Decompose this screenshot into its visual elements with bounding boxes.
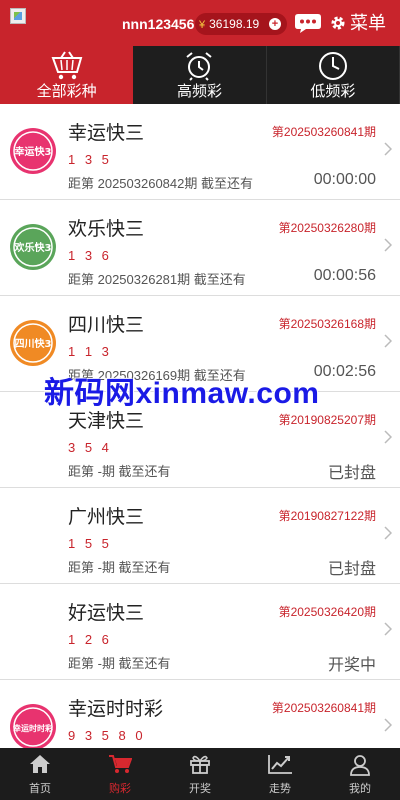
countdown-timer: 00:02:56 bbox=[313, 363, 376, 380]
top-bar: nnn123456 ¥36198.19 + 菜单 bbox=[0, 0, 400, 46]
logo-text: 幸运快3 bbox=[15, 145, 52, 158]
logo-text: 幸运时时彩 bbox=[13, 723, 53, 733]
chevron-right-icon bbox=[384, 430, 392, 444]
tab-label: 全部彩种 bbox=[36, 83, 97, 100]
gift-icon bbox=[190, 755, 210, 774]
next-draw-text: 距第 202503260842期 截至还有 bbox=[68, 176, 253, 191]
tab-high-frequency[interactable]: 高频彩 bbox=[133, 46, 267, 104]
nav-label: 走势 bbox=[269, 783, 291, 795]
list-item-xingyun-k3[interactable]: 幸运快3 幸运快三 1 3 5 距第 202503260842期 截至还有 第2… bbox=[0, 104, 400, 200]
game-name: 四川快三 bbox=[68, 315, 145, 336]
game-name: 好运快三 bbox=[68, 603, 145, 624]
nav-label: 购彩 bbox=[109, 783, 131, 795]
issue-number: 第20250326168期 bbox=[278, 317, 376, 331]
nav-results[interactable]: 开奖 bbox=[160, 748, 240, 800]
trend-chart-icon bbox=[268, 755, 292, 774]
lottery-list: 幸运快3 幸运快三 1 3 5 距第 202503260842期 截至还有 第2… bbox=[0, 104, 400, 748]
nav-label: 首页 bbox=[29, 783, 51, 795]
nav-label: 我的 bbox=[349, 783, 371, 795]
game-name: 欢乐快三 bbox=[68, 219, 145, 240]
chevron-right-icon bbox=[384, 622, 392, 636]
next-draw-text: 距第 -期 截至还有 bbox=[68, 464, 171, 479]
issue-number: 第20250326280期 bbox=[278, 221, 376, 235]
tab-low-frequency[interactable]: 低频彩 bbox=[267, 46, 400, 104]
winning-numbers: 1 3 5 bbox=[68, 152, 112, 167]
menu-button[interactable]: 菜单 bbox=[330, 12, 386, 34]
watermark-text: 新码网xinmaw.com bbox=[44, 377, 320, 410]
chevron-right-icon bbox=[384, 238, 392, 252]
clock-icon bbox=[318, 52, 347, 80]
issue-number: 第20190827122期 bbox=[278, 509, 376, 523]
countdown-timer: 00:00:00 bbox=[313, 171, 376, 188]
gear-icon bbox=[331, 16, 345, 30]
cart-icon bbox=[109, 755, 132, 773]
chevron-right-icon bbox=[384, 526, 392, 540]
nav-home[interactable]: 首页 bbox=[0, 748, 80, 800]
winning-numbers: 1 1 3 bbox=[68, 344, 112, 359]
draw-status: 开奖中 bbox=[327, 657, 376, 674]
lottery-logo-icon: 幸运时时彩 bbox=[10, 704, 56, 748]
nav-label: 开奖 bbox=[189, 783, 211, 795]
game-name: 广州快三 bbox=[68, 507, 145, 528]
winning-numbers: 9 3 5 8 0 bbox=[68, 728, 146, 743]
next-draw-text: 距第 -期 截至还有 bbox=[68, 656, 171, 671]
home-icon bbox=[30, 755, 50, 773]
list-item-huanle-k3[interactable]: 欢乐快3 欢乐快三 1 3 6 距第 20250326281期 截至还有 第20… bbox=[0, 200, 400, 296]
draw-status: 已封盘 bbox=[327, 561, 376, 578]
nav-buy[interactable]: 购彩 bbox=[80, 748, 160, 800]
tab-all-games[interactable]: 全部彩种 bbox=[0, 46, 134, 104]
user-icon bbox=[350, 755, 370, 776]
winning-numbers: 1 3 6 bbox=[68, 248, 112, 263]
chevron-right-icon bbox=[384, 142, 392, 156]
nav-profile[interactable]: 我的 bbox=[320, 748, 400, 800]
broken-image-icon bbox=[10, 8, 26, 24]
game-name: 幸运时时彩 bbox=[68, 699, 164, 720]
issue-number: 第202503260841期 bbox=[271, 701, 376, 715]
chevron-right-icon bbox=[384, 334, 392, 348]
issue-number: 第20250326420期 bbox=[278, 605, 376, 619]
balance-badge[interactable]: ¥36198.19 + bbox=[195, 13, 287, 35]
lottery-logo-icon: 欢乐快3 bbox=[10, 224, 56, 270]
winning-numbers: 3 5 4 bbox=[68, 440, 112, 455]
tab-label: 高频彩 bbox=[176, 83, 222, 100]
lottery-logo-icon: 幸运快3 bbox=[10, 128, 56, 174]
balance-amount: 36198.19 bbox=[209, 17, 260, 31]
next-draw-text: 距第 20250326281期 截至还有 bbox=[68, 272, 246, 287]
game-name: 幸运快三 bbox=[68, 123, 145, 144]
username: nnn123456 bbox=[122, 16, 195, 32]
winning-numbers: 1 2 6 bbox=[68, 632, 112, 647]
next-draw-text: 距第 -期 截至还有 bbox=[68, 560, 171, 575]
chevron-right-icon bbox=[384, 718, 392, 732]
countdown-timer: 00:00:56 bbox=[313, 267, 376, 284]
tab-label: 低频彩 bbox=[310, 83, 356, 100]
menu-label: 菜单 bbox=[350, 13, 386, 33]
list-item-haoyun-k3[interactable]: 好运快三 1 2 6 距第 -期 截至还有 第20250326420期 开奖中 bbox=[0, 584, 400, 680]
lottery-logo-icon: 四川快3 bbox=[10, 320, 56, 366]
add-funds-icon[interactable]: + bbox=[269, 18, 281, 30]
issue-number: 第20190825207期 bbox=[278, 413, 376, 427]
logo-text: 四川快3 bbox=[15, 337, 52, 350]
list-item-xingyun-ssc[interactable]: 幸运时时彩 幸运时时彩 9 3 5 8 0 第202503260841期 bbox=[0, 680, 400, 748]
draw-status: 已封盘 bbox=[327, 465, 376, 482]
issue-number: 第202503260841期 bbox=[271, 125, 376, 139]
alarm-clock-icon bbox=[186, 52, 213, 81]
logo-text: 欢乐快3 bbox=[14, 241, 52, 254]
chat-icon[interactable] bbox=[294, 12, 322, 34]
category-tabs: 全部彩种 高频彩 低频彩 bbox=[0, 46, 400, 104]
nav-trend[interactable]: 走势 bbox=[240, 748, 320, 800]
basket-icon bbox=[51, 51, 82, 80]
list-item-guangzhou-k3[interactable]: 广州快三 1 5 5 距第 -期 截至还有 第20190827122期 已封盘 bbox=[0, 488, 400, 584]
bottom-nav: 首页 购彩 开奖 走势 我的 bbox=[0, 748, 400, 800]
winning-numbers: 1 5 5 bbox=[68, 536, 112, 551]
currency-symbol: ¥ bbox=[199, 19, 206, 31]
